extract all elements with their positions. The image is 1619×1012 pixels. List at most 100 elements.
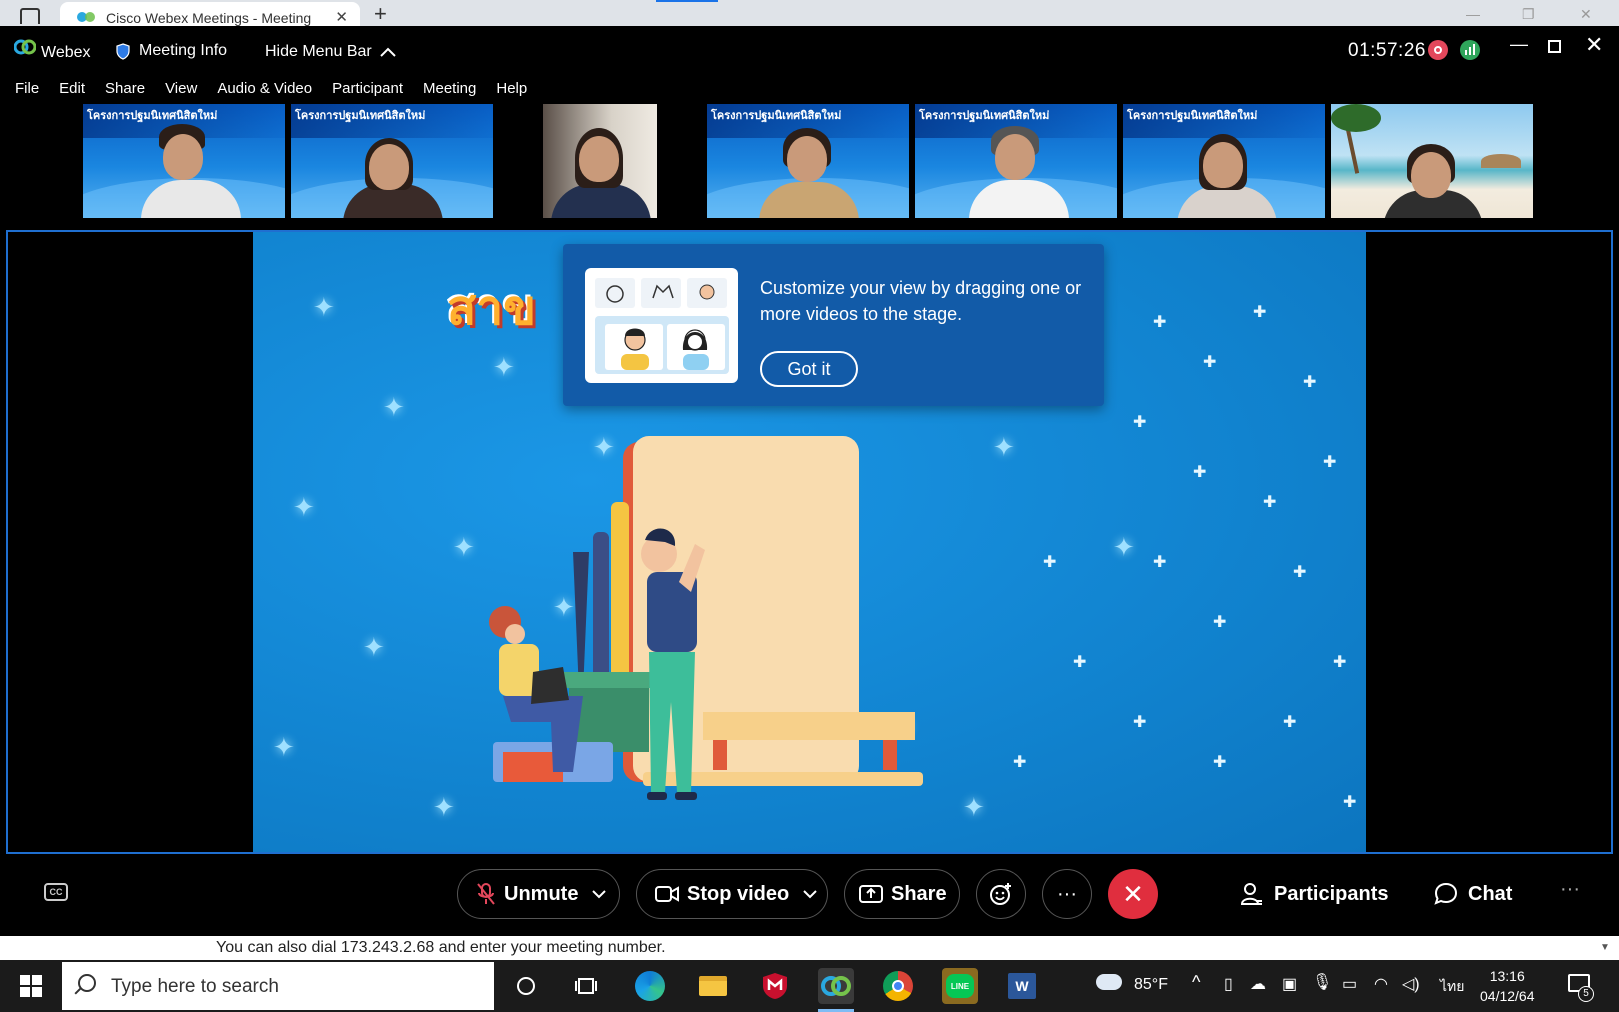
- webex-taskbar-icon[interactable]: [818, 968, 854, 1004]
- browser-restore-icon[interactable]: ❐: [1522, 6, 1535, 23]
- wifi-icon[interactable]: ◠: [1374, 974, 1388, 994]
- windows-start-icon[interactable]: [20, 975, 42, 997]
- participant-face: [163, 134, 203, 180]
- new-tab-button[interactable]: +: [374, 3, 387, 25]
- meeting-timer: 01:57:26: [1348, 40, 1426, 61]
- more-options-button[interactable]: ···: [1042, 869, 1092, 919]
- weather-temperature[interactable]: 85°F: [1134, 976, 1168, 994]
- network-stats-icon[interactable]: [1460, 40, 1480, 60]
- participant-video[interactable]: [1331, 104, 1533, 218]
- shield-icon: [116, 42, 130, 60]
- unmute-label: Unmute: [504, 882, 579, 905]
- participant-video[interactable]: [499, 104, 701, 218]
- chat-button[interactable]: Chat: [1434, 882, 1512, 906]
- emoji-reaction-icon: [990, 883, 1011, 905]
- close-icon: ✕: [1122, 878, 1144, 909]
- scroll-down-icon[interactable]: ▼: [1600, 942, 1610, 953]
- input-language[interactable]: ไทย: [1440, 976, 1464, 998]
- share-label: Share: [891, 882, 947, 905]
- thumbnail-banner: โครงการปฐมนิเทศนิสิตใหม่: [1127, 110, 1258, 122]
- menu-audio-video[interactable]: Audio & Video: [217, 80, 312, 104]
- thumbnail-banner: โครงการปฐมนิเทศนิสิตใหม่: [919, 110, 1050, 122]
- notification-count: 5: [1578, 986, 1594, 1002]
- meet-now-icon[interactable]: ▣: [1282, 974, 1297, 994]
- browser-minimize-icon[interactable]: —: [1466, 6, 1480, 22]
- mcafee-icon[interactable]: [757, 968, 793, 1004]
- tooltip-illustration: [585, 268, 738, 383]
- menu-edit[interactable]: Edit: [59, 80, 85, 104]
- browser-tab-title: Cisco Webex Meetings - Meeting: [106, 10, 312, 26]
- app-name: Webex: [41, 44, 91, 61]
- chevron-down-icon[interactable]: [803, 889, 817, 899]
- microphone-icon[interactable]: 🎙: [1312, 972, 1332, 992]
- edge-icon[interactable]: [632, 968, 668, 1004]
- got-it-button[interactable]: Got it: [760, 351, 858, 387]
- task-view-icon[interactable]: [568, 968, 604, 1004]
- video-camera-icon: [655, 886, 679, 902]
- participant-video[interactable]: โครงการปฐมนิเทศนิสิตใหม่: [1123, 104, 1325, 218]
- minimize-icon[interactable]: —: [1510, 34, 1528, 55]
- menu-view[interactable]: View: [165, 80, 197, 104]
- taskbar-clock[interactable]: 13:16 04/12/64: [1480, 966, 1535, 1006]
- tab-actions-icon[interactable]: [20, 8, 40, 24]
- taskbar-search[interactable]: Type here to search: [62, 962, 494, 1010]
- thumbnail-banner: โครงการปฐมนิเทศนิสิตใหม่: [87, 110, 218, 122]
- participant-video[interactable]: โครงการปฐมนิเทศนิสิตใหม่: [83, 104, 285, 218]
- participant-video[interactable]: โครงการปฐมนิเทศนิสิตใหม่: [707, 104, 909, 218]
- participant-face: [369, 144, 409, 190]
- panel-more-icon[interactable]: ···: [1560, 878, 1580, 901]
- file-explorer-icon[interactable]: [695, 968, 731, 1004]
- customize-view-tooltip: Customize your view by dragging one or m…: [563, 244, 1104, 406]
- reactions-button[interactable]: [976, 869, 1026, 919]
- participants-button[interactable]: Participants: [1240, 882, 1388, 906]
- tab-close-icon[interactable]: ✕: [335, 8, 348, 26]
- weather-cloud-icon[interactable]: [1096, 974, 1122, 990]
- participant-face: [1411, 152, 1451, 198]
- unmute-button[interactable]: Unmute: [457, 869, 620, 919]
- search-placeholder: Type here to search: [111, 976, 279, 997]
- browser-tab-strip: Cisco Webex Meetings - Meeting ✕ + — ❐ ✕: [0, 0, 1619, 26]
- participants-label: Participants: [1274, 882, 1389, 905]
- closed-captions-button[interactable]: CC: [44, 883, 68, 901]
- share-button[interactable]: Share: [844, 869, 960, 919]
- participant-face: [1203, 142, 1243, 188]
- participant-face: [787, 136, 827, 182]
- participant-video[interactable]: โครงการปฐมนิเทศนิสิตใหม่: [291, 104, 493, 218]
- menu-file[interactable]: File: [15, 80, 39, 104]
- chat-label: Chat: [1468, 882, 1513, 905]
- cortana-icon[interactable]: [508, 968, 544, 1004]
- browser-tab[interactable]: Cisco Webex Meetings - Meeting ✕: [60, 2, 360, 26]
- chevron-down-icon[interactable]: [592, 889, 607, 899]
- stop-video-label: Stop video: [687, 882, 790, 905]
- close-icon[interactable]: ✕: [1585, 32, 1603, 58]
- webex-title-bar: Webex Meeting Info Hide Menu Bar 01:57:2…: [0, 26, 1619, 80]
- chevron-up-icon: [380, 47, 396, 57]
- beach-umbrella: [1481, 154, 1521, 168]
- share-screen-icon: [859, 885, 883, 903]
- mic-muted-icon: [477, 883, 495, 905]
- thumbnail-banner: โครงการปฐมนิเทศนิสิตใหม่: [711, 110, 842, 122]
- line-app-icon[interactable]: LINE: [942, 968, 978, 1004]
- end-meeting-button[interactable]: ✕: [1108, 869, 1158, 919]
- stop-video-button[interactable]: Stop video: [636, 869, 828, 919]
- chat-bubble-icon: [1434, 882, 1458, 905]
- meeting-info-button[interactable]: Meeting Info: [116, 42, 227, 60]
- chrome-icon[interactable]: [880, 968, 916, 1004]
- dial-info-text: You can also dial 173.243.2.68 and enter…: [216, 939, 666, 956]
- recording-icon[interactable]: [1428, 40, 1448, 60]
- participant-video[interactable]: โครงการปฐมนิเทศนิสิตใหม่: [915, 104, 1117, 218]
- show-hidden-icons-icon[interactable]: ^: [1192, 972, 1200, 993]
- hide-menu-bar-button[interactable]: Hide Menu Bar: [265, 43, 396, 61]
- maximize-icon[interactable]: [1548, 40, 1561, 53]
- menu-share[interactable]: Share: [105, 80, 145, 104]
- menu-participant[interactable]: Participant: [332, 80, 403, 104]
- menu-help[interactable]: Help: [496, 80, 527, 104]
- usb-device-icon[interactable]: ▯: [1224, 974, 1233, 994]
- clock-date: 04/12/64: [1480, 988, 1535, 1004]
- word-icon[interactable]: W: [1004, 968, 1040, 1004]
- battery-icon[interactable]: ▭: [1342, 974, 1357, 994]
- onedrive-warning-icon[interactable]: ☁: [1250, 974, 1266, 994]
- menu-meeting[interactable]: Meeting: [423, 80, 476, 104]
- volume-icon[interactable]: ◁): [1402, 974, 1420, 994]
- browser-close-icon[interactable]: ✕: [1580, 6, 1592, 23]
